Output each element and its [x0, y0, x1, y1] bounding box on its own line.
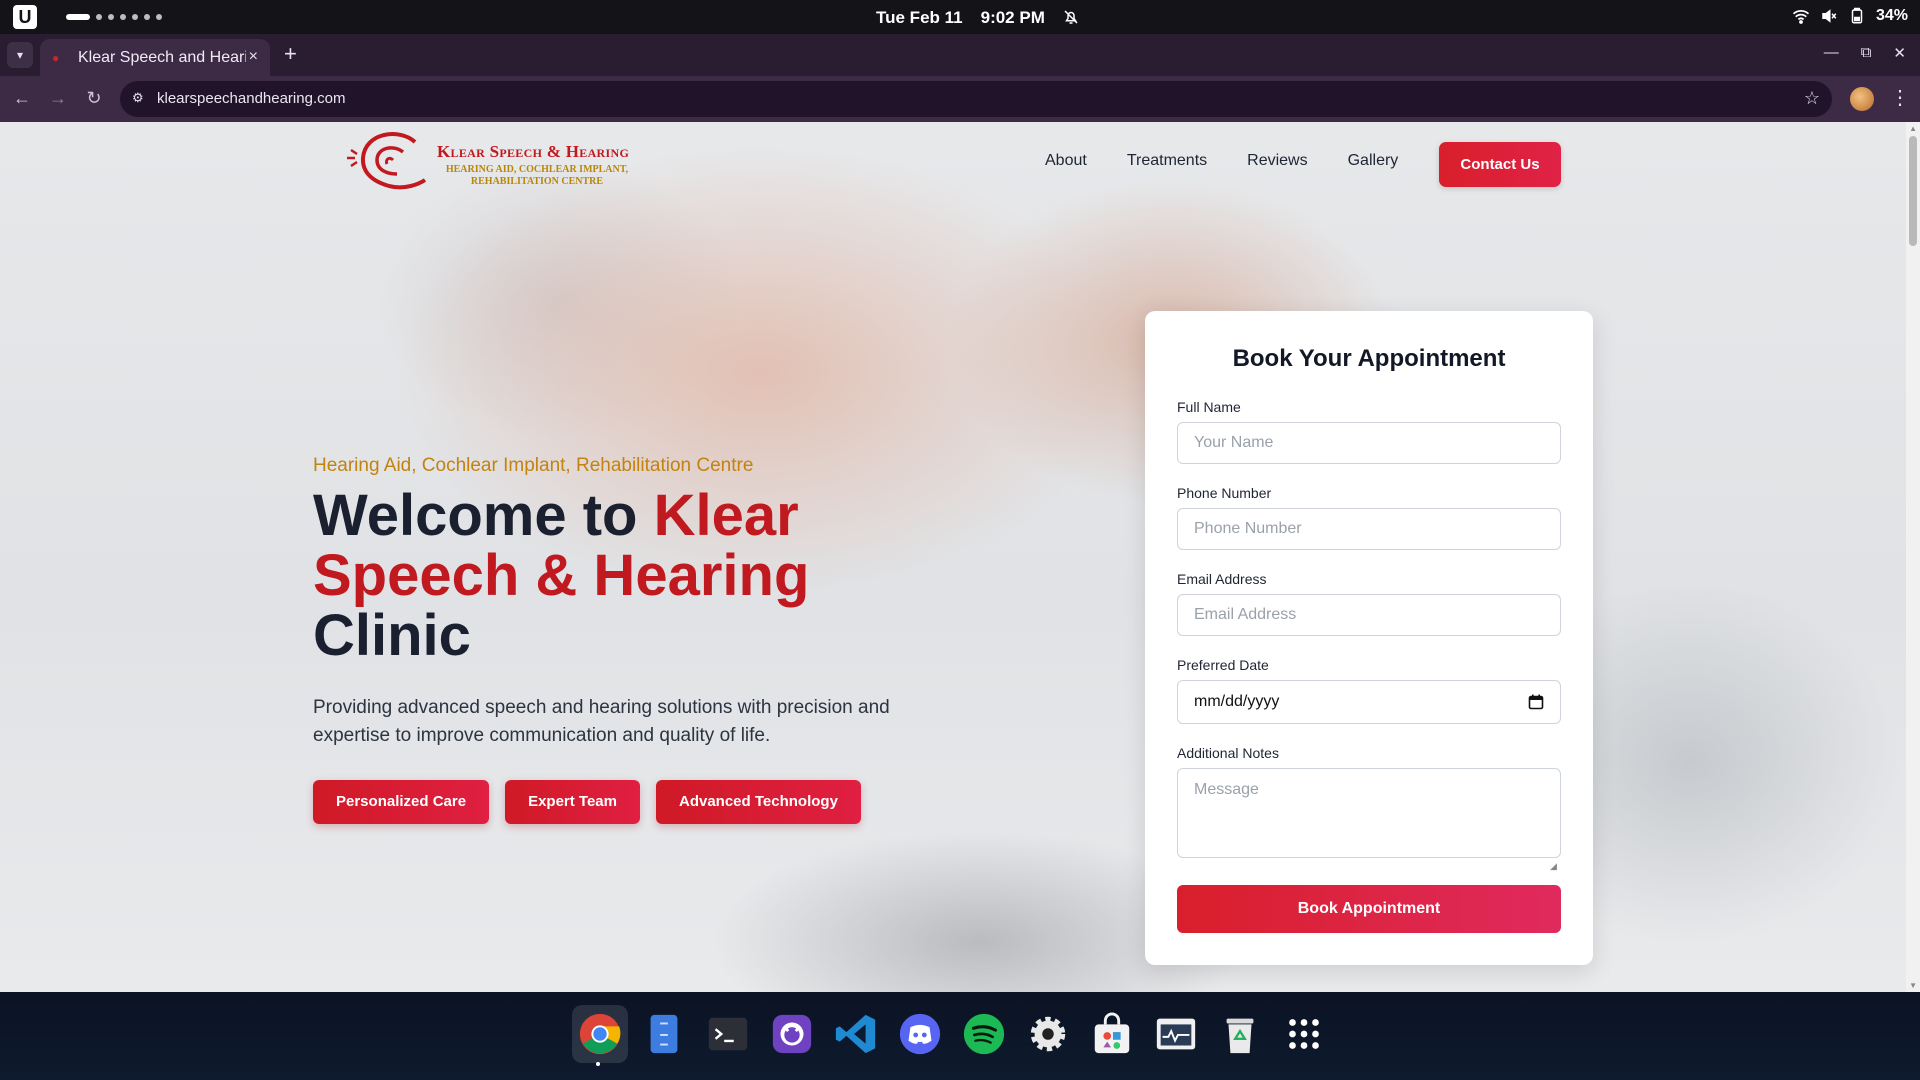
restore-icon[interactable]: ⧉ [1861, 44, 1872, 62]
hero-title-part2: Clinic [313, 603, 471, 668]
back-arrow-icon[interactable]: ← [11, 88, 33, 109]
hero-description: Providing advanced speech and hearing so… [313, 697, 890, 746]
additional-notes-label: Additional Notes [1177, 745, 1279, 761]
minimize-icon[interactable]: — [1824, 44, 1839, 62]
logo-name: Klear Speech & Hearing [437, 142, 630, 161]
volume-muted-icon[interactable] [1820, 7, 1838, 25]
vscode-icon[interactable] [828, 1005, 884, 1063]
expert-team-button[interactable]: Expert Team [505, 780, 640, 824]
nav-link-gallery[interactable]: Gallery [1348, 152, 1399, 170]
page-scrollbar[interactable]: ▲ ▼ [1906, 122, 1920, 992]
browser-menu-icon[interactable]: ⋮ [1890, 85, 1910, 110]
bookmark-star-icon[interactable]: ☆ [1804, 88, 1820, 109]
workspace-dot[interactable] [156, 14, 162, 20]
app-grid-icon[interactable] [1276, 1005, 1332, 1063]
system-monitor-icon[interactable] [1148, 1005, 1204, 1063]
full-name-label: Full Name [1177, 399, 1241, 415]
workspace-dot[interactable] [132, 14, 138, 20]
system-time: 9:02 PM [980, 8, 1045, 27]
email-input[interactable] [1177, 594, 1561, 636]
discord-icon[interactable] [892, 1005, 948, 1063]
preferred-date-input[interactable]: mm/dd/yyyy [1177, 680, 1561, 724]
nav-link-about[interactable]: About [1045, 152, 1087, 170]
site-nav: About Treatments Reviews Gallery [1045, 152, 1398, 170]
browser-tab[interactable]: ● Klear Speech and Hearing × [40, 39, 270, 76]
workspace-dot[interactable] [144, 14, 150, 20]
contact-us-button[interactable]: Contact Us [1439, 142, 1561, 187]
os-logo-icon[interactable]: U [13, 5, 37, 29]
nav-link-reviews[interactable]: Reviews [1247, 152, 1307, 170]
hero-title-part1: Welcome to [313, 483, 654, 548]
reload-icon[interactable]: ↻ [83, 88, 105, 109]
calendar-icon[interactable] [1528, 694, 1544, 710]
system-tray[interactable]: 34% [1792, 7, 1908, 25]
personalized-care-button[interactable]: Personalized Care [313, 780, 490, 824]
system-date: Tue Feb 11 [876, 8, 963, 27]
tab-title: Klear Speech and Hearing [78, 48, 246, 66]
logo-subtitle: HEARING AID, COCHLEAR IMPLANT, REHABILIT… [445, 164, 629, 187]
github-desktop-icon[interactable] [764, 1005, 820, 1063]
advanced-technology-button[interactable]: Advanced Technology [656, 780, 861, 824]
tab-search-button[interactable]: ▾ [7, 42, 33, 68]
browser-toolbar: ← → ↻ ⚙ klearspeechandhearing.com ☆ ⋮ [0, 76, 1920, 122]
terminal-icon[interactable] [700, 1005, 756, 1063]
book-appointment-button[interactable]: Book Appointment [1177, 885, 1561, 933]
system-clock[interactable]: Tue Feb 11 9:02 PM [876, 8, 1045, 28]
workspace-dot[interactable] [108, 14, 114, 20]
files-icon[interactable] [636, 1005, 692, 1063]
window-controls: — ⧉ ✕ [1824, 44, 1906, 62]
spotify-icon[interactable] [956, 1005, 1012, 1063]
phone-input[interactable] [1177, 508, 1561, 550]
system-top-bar: U Tue Feb 11 9:02 PM 34% [0, 0, 1920, 34]
hero-tagline: Hearing Aid, Cochlear Implant, Rehabilit… [313, 455, 754, 476]
notifications-muted-icon[interactable] [1062, 8, 1080, 26]
workspace-dot-active[interactable] [66, 14, 90, 20]
trash-icon[interactable] [1212, 1005, 1268, 1063]
email-label: Email Address [1177, 571, 1267, 587]
preferred-date-label: Preferred Date [1177, 657, 1269, 673]
page-viewport: Klear Speech & Hearing HEARING AID, COCH… [0, 122, 1920, 992]
battery-icon[interactable] [1848, 7, 1866, 25]
battery-percent: 34% [1875, 7, 1908, 24]
scrollbar-thumb[interactable] [1909, 136, 1917, 246]
settings-gear-icon[interactable] [1020, 1005, 1076, 1063]
site-info-icon[interactable]: ⚙ [132, 90, 150, 108]
url-text[interactable]: klearspeechandhearing.com [157, 90, 345, 107]
forward-arrow-icon[interactable]: → [47, 88, 69, 109]
app-store-icon[interactable] [1084, 1005, 1140, 1063]
notes-textarea[interactable] [1177, 768, 1561, 858]
tab-close-button[interactable]: × [249, 48, 258, 66]
wifi-icon[interactable] [1792, 7, 1810, 25]
browser-tab-bar: ▾ ● Klear Speech and Hearing × + — ⧉ ✕ [0, 34, 1920, 76]
workspace-indicator[interactable] [66, 14, 162, 20]
nav-link-treatments[interactable]: Treatments [1127, 152, 1207, 170]
address-bar[interactable]: ⚙ klearspeechandhearing.com ☆ [120, 81, 1832, 117]
date-value: mm/dd/yyyy [1194, 693, 1280, 710]
ear-logo-icon [347, 132, 427, 190]
scroll-down-arrow-icon[interactable]: ▼ [1909, 981, 1917, 990]
site-favicon-icon: ● [52, 50, 60, 65]
profile-avatar[interactable] [1850, 87, 1874, 111]
chrome-icon[interactable] [572, 1005, 628, 1066]
hero-feature-buttons: Personalized Care Expert Team Advanced T… [313, 780, 861, 824]
workspace-dot[interactable] [96, 14, 102, 20]
scroll-up-arrow-icon[interactable]: ▲ [1909, 124, 1917, 133]
taskbar-dock [0, 992, 1920, 1080]
full-name-input[interactable] [1177, 422, 1561, 464]
form-title: Book Your Appointment [1232, 345, 1506, 372]
hero-title: Welcome to Klear Speech & Hearing Clinic [313, 486, 953, 666]
close-window-icon[interactable]: ✕ [1893, 44, 1906, 62]
appointment-form-card: Book Your Appointment Full Name Phone Nu… [1145, 311, 1593, 965]
workspace-dot[interactable] [120, 14, 126, 20]
site-logo[interactable]: Klear Speech & Hearing HEARING AID, COCH… [345, 128, 645, 196]
new-tab-button[interactable]: + [284, 41, 297, 67]
textarea-resize-handle[interactable]: ◢ [1550, 861, 1557, 872]
phone-label: Phone Number [1177, 485, 1272, 501]
